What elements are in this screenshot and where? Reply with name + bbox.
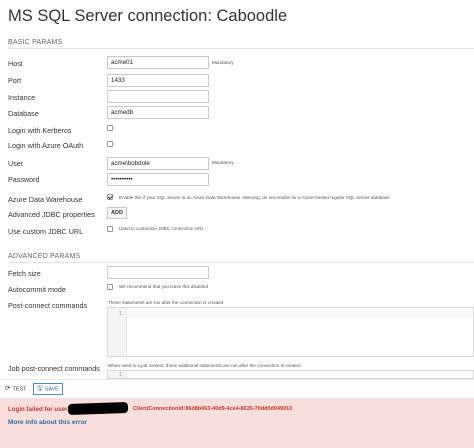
- save-button[interactable]: 🖫 SAVE: [33, 383, 63, 395]
- fetch-size-input[interactable]: [107, 266, 209, 279]
- custom-jdbc-hint: Used to customize JDBC connection URL: [119, 226, 205, 231]
- save-icon: 🖫: [37, 385, 43, 392]
- kerberos-checkbox[interactable]: [107, 125, 113, 131]
- job-post-connect-hint: When used in a job context, these additi…: [108, 363, 301, 368]
- jdbc-properties-label: Advanced JDBC properties: [8, 210, 95, 219]
- add-jdbc-property-button[interactable]: ADD: [107, 207, 127, 219]
- azure-dw-checkbox[interactable]: [107, 194, 113, 200]
- instance-label: Instance: [8, 93, 36, 102]
- host-input[interactable]: acme01: [107, 56, 209, 69]
- editor-gutter: 1: [108, 371, 127, 378]
- autocommit-label: Autocommit mode: [8, 285, 66, 294]
- more-info-link[interactable]: More info about this error: [8, 419, 87, 426]
- post-connect-hint: These statements are run after the conne…: [108, 300, 224, 305]
- azure-oauth-label: Login with Azure OAuth: [8, 141, 84, 150]
- test-button-label: TEST: [12, 386, 27, 393]
- autocommit-checkbox[interactable]: [107, 284, 113, 290]
- user-mandatory-hint: Mandatory: [212, 160, 234, 165]
- section-advanced-params: ADVANCED PARAMS: [8, 253, 81, 260]
- error-connection-id: ClientConnectionId:86d8b063-40d9-4ce4-80…: [133, 406, 293, 412]
- page-title: MS SQL Server connection: Caboodle: [8, 7, 288, 25]
- user-input[interactable]: acme\bobdole: [107, 157, 209, 170]
- section-basic-params: BASIC PARAMS: [8, 39, 63, 46]
- refresh-icon: ⟳: [5, 385, 11, 392]
- editor-gutter: 1: [108, 308, 127, 356]
- section-divider: [8, 48, 474, 49]
- autocommit-hint: We recommend that you leave this disable…: [119, 284, 209, 289]
- redaction-mark: [67, 401, 129, 416]
- database-label: Database: [8, 109, 39, 118]
- fetch-size-label: Fetch size: [8, 269, 41, 278]
- port-input[interactable]: 1433: [107, 74, 209, 87]
- test-button[interactable]: ⟳ TEST: [5, 383, 27, 395]
- editor-active-line: [127, 310, 473, 318]
- section-divider: [8, 262, 474, 263]
- line-number: 1: [118, 311, 122, 317]
- azure-dw-label: Azure Data Warehouse: [8, 195, 83, 204]
- custom-jdbc-checkbox[interactable]: [107, 226, 113, 232]
- port-label: Port: [8, 76, 22, 85]
- post-connect-editor[interactable]: 1: [107, 307, 474, 357]
- user-label: User: [8, 159, 24, 168]
- error-message: Login failed for user: [8, 406, 68, 413]
- post-connect-label: Post-connect commands: [8, 301, 88, 310]
- azure-dw-hint: Enable this if your SQL Server is an Azu…: [119, 195, 390, 200]
- save-button-label: SAVE: [44, 386, 59, 393]
- password-label: Password: [8, 175, 40, 184]
- database-input[interactable]: acmedb: [107, 106, 209, 119]
- host-label: Host: [8, 59, 23, 68]
- instance-input[interactable]: [107, 90, 209, 103]
- custom-jdbc-label: Use custom JDBC URL: [8, 227, 84, 236]
- line-number: 1: [118, 372, 122, 378]
- password-input[interactable]: ••••••••••: [107, 173, 209, 186]
- azure-oauth-checkbox[interactable]: [107, 141, 113, 147]
- host-mandatory-hint: Mandatory: [212, 60, 234, 65]
- job-post-connect-label: Job post-connect commands: [8, 364, 100, 373]
- job-post-connect-editor[interactable]: 1: [107, 370, 474, 379]
- kerberos-label: Login with Kerberos: [8, 126, 72, 135]
- action-toolbar: ⟳ TEST 🖫 SAVE: [0, 379, 474, 398]
